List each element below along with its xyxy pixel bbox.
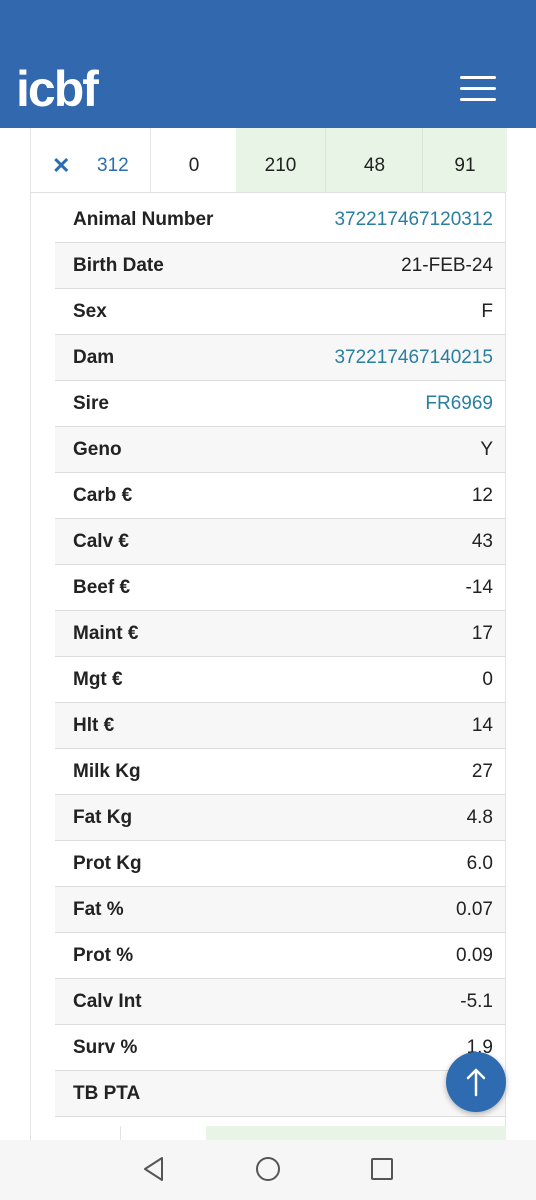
close-icon[interactable]: ✕ [52,128,70,192]
summary-cell: 48 [325,128,423,192]
detail-label: Birth Date [73,255,164,276]
detail-row: Geno Y [55,427,505,473]
detail-row: Surv % 1.9 [55,1025,505,1071]
detail-label: Fat Kg [73,807,133,828]
detail-label: Fat % [73,899,124,920]
detail-value-link[interactable]: FR6969 [425,381,493,427]
detail-value: -14 [465,577,493,598]
detail-label: TB PTA [73,1083,141,1104]
detail-value: 21-FEB-24 [401,255,493,276]
detail-row: Birth Date 21-FEB-24 [55,243,505,289]
home-circle-icon[interactable] [253,1154,283,1184]
detail-label: Hlt € [73,715,115,736]
detail-label: Milk Kg [73,761,141,782]
animal-detail-table: Animal Number 372217467120312 Birth Date 21… [55,197,505,1117]
summary-cell: 91 [422,128,507,192]
detail-label: Animal Number [73,209,214,230]
detail-row: Hlt € 14 [55,703,505,749]
detail-label: Sire [73,393,109,414]
detail-value: 27 [471,761,493,782]
detail-row: Dam 372217467140215 [55,335,505,381]
detail-value: 0 [482,669,493,690]
detail-value-link[interactable]: 372217467120312 [334,197,493,243]
detail-row: Carb € 12 [55,473,505,519]
detail-value: 43 [471,531,493,552]
app-header: icbf [0,48,536,128]
results-table[interactable]: ✕ 312 0 210 48 91 Animal Number 372217467… [0,128,536,1140]
detail-row: Calv € 43 [55,519,505,565]
summary-cell: 210 [236,128,325,192]
detail-row: Milk Kg 27 [55,749,505,795]
back-triangle-icon[interactable] [140,1154,170,1184]
animal-short-link[interactable]: 312 [97,128,129,192]
detail-label: Carb € [73,485,133,506]
detail-value: 14 [471,715,493,736]
detail-label: Prot % [73,945,134,966]
icbf-logo[interactable]: icbf [16,62,99,116]
detail-label: Maint € [73,623,139,644]
detail-label: Sex [73,301,107,322]
table-border-left [30,128,31,1140]
detail-value: Y [480,439,493,460]
detail-label: Surv % [73,1037,138,1058]
android-nav-bar [0,1140,536,1200]
detail-value: 12 [471,485,493,506]
scroll-to-top-button[interactable] [446,1052,506,1112]
status-bar [0,0,536,48]
detail-label: Beef € [73,577,131,598]
detail-row: Mgt € 0 [55,657,505,703]
next-summary-row [30,1126,506,1140]
detail-label: Calv Int [73,991,142,1012]
detail-row: Sire FR6969 [55,381,505,427]
detail-label: Dam [73,347,115,368]
detail-value: -5.1 [460,991,493,1012]
detail-row: Beef € -14 [55,565,505,611]
detail-row: Prot % 0.09 [55,933,505,979]
detail-row: Sex F [55,289,505,335]
detail-value: 17 [471,623,493,644]
detail-row: Fat % 0.07 [55,887,505,933]
detail-value: 0.07 [456,899,493,920]
recents-square-icon[interactable] [367,1154,397,1184]
detail-label: Mgt € [73,669,123,690]
detail-value: 0.09 [456,945,493,966]
detail-label: Prot Kg [73,853,142,874]
table-border-right [505,128,506,1140]
summary-cell: 0 [150,128,237,192]
detail-value: 6.0 [466,853,493,874]
detail-row: Fat Kg 4.8 [55,795,505,841]
detail-row: TB PTA [55,1071,505,1117]
detail-label: Calv € [73,531,129,552]
summary-row[interactable]: ✕ 312 0 210 48 91 [30,128,507,193]
detail-value: F [481,301,493,322]
detail-row: Maint € 17 [55,611,505,657]
detail-value-link[interactable]: 372217467140215 [334,335,493,381]
detail-value: 4.8 [466,807,493,828]
hamburger-menu-icon[interactable] [458,72,498,106]
detail-label: Geno [73,439,122,460]
detail-row: Calv Int -5.1 [55,979,505,1025]
detail-row: Prot Kg 6.0 [55,841,505,887]
detail-row: Animal Number 372217467120312 [55,197,505,243]
arrow-up-icon [466,1068,486,1097]
